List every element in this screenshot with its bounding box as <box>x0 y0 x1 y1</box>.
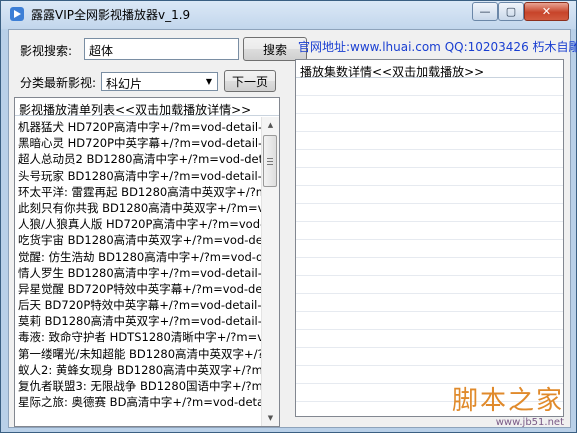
list-item[interactable]: 头号玩家 BD1280高清中字+/?m=vod-detail-id <box>18 168 261 184</box>
category-label: 分类最新影视: <box>20 76 97 90</box>
maximize-button[interactable]: ▢ <box>498 2 524 21</box>
episode-list-header: 播放集数详情<<双击加载播放>> <box>296 60 563 79</box>
list-item[interactable]: 吃货宇宙 BD1280高清中英双字+/?m=vod-detail <box>18 232 261 248</box>
next-page-button[interactable]: 下一页 <box>224 70 276 92</box>
grip-line <box>267 164 273 165</box>
empty-row <box>296 312 563 330</box>
list-item[interactable]: 此刻只有你共我 BD1280高清中英双字+/?m=vod <box>18 200 261 216</box>
list-item[interactable]: 星际之旅: 奥德赛 BD高清中字+/?m=vod-detail <box>18 394 261 410</box>
movie-list-scrollbar[interactable]: ▲ ▼ <box>261 117 279 426</box>
episode-list-rows <box>296 78 563 416</box>
empty-row <box>296 78 563 96</box>
empty-row <box>296 132 563 150</box>
title-bar[interactable]: 露露VIP全网影视播放器v_1.9 — ▢ ✕ <box>1 1 576 29</box>
empty-row <box>296 348 563 366</box>
empty-row <box>296 294 563 312</box>
app-window: 露露VIP全网影视播放器v_1.9 — ▢ ✕ 影视搜索: 超体 搜索 官网地址… <box>0 0 577 433</box>
list-item[interactable]: 第一缕曙光/未知超能 BD1280高清中英双字+/? <box>18 346 261 362</box>
grip-line <box>267 158 273 159</box>
movie-list-rows: 机器猛犬 HD720P高清中字+/?m=vod-detail-id- 黑暗心灵 … <box>18 119 261 426</box>
search-label: 影视搜索: <box>20 44 73 58</box>
empty-row <box>296 240 563 258</box>
list-item[interactable]: 毒液: 致命守护者 HDTS1280清晰中字+/?m=vod <box>18 329 261 345</box>
grip-line <box>267 161 273 162</box>
list-item[interactable]: 超人总动员2 BD1280高清中字+/?m=vod-detail <box>18 151 261 167</box>
episode-listbox[interactable]: 播放集数详情<<双击加载播放>> <box>295 59 564 417</box>
close-icon: ✕ <box>541 5 552 18</box>
empty-row <box>296 150 563 168</box>
app-icon <box>10 7 24 21</box>
list-item[interactable]: 莫莉 BD1280高清中英双字+/?m=vod-detail-id <box>18 313 261 329</box>
scroll-up-icon[interactable]: ▲ <box>263 117 278 133</box>
client-area: 影视搜索: 超体 搜索 官网地址:www.lhuai.com QQ:102034… <box>8 29 577 428</box>
list-item[interactable]: 觉醒: 仿生浩劫 BD1280高清中字+/?m=vod-det <box>18 249 261 265</box>
close-button[interactable]: ✕ <box>524 2 569 21</box>
empty-row <box>296 276 563 294</box>
list-item[interactable]: 环太平洋: 雷霆再起 BD1280高清中英双字+/?m <box>18 184 261 200</box>
minimize-icon: — <box>479 5 491 18</box>
watermark-logo: 脚本之家 <box>451 386 564 416</box>
scroll-down-icon[interactable]: ▼ <box>263 410 278 426</box>
list-item[interactable]: 复仇者联盟3: 无限战争 BD1280国语中字+/?m= <box>18 378 261 394</box>
category-selected: 科幻片 <box>106 77 143 91</box>
maximize-icon: ▢ <box>505 5 517 18</box>
empty-row <box>296 186 563 204</box>
movie-listbox[interactable]: 影视播放清单列表<<双击加载播放详情>> 机器猛犬 HD720P高清中字+/?m… <box>14 97 280 427</box>
list-item[interactable]: 人狼/人狼真人版 HD720P高清中字+/?m=vod-det <box>18 216 261 232</box>
list-item[interactable]: 黑暗心灵 HD720P中英字幕+/?m=vod-detail-id- <box>18 135 261 151</box>
empty-row <box>296 222 563 240</box>
empty-row <box>296 114 563 132</box>
watermark-url: www.jb51.net <box>495 417 564 428</box>
window-title: 露露VIP全网影视播放器v_1.9 <box>31 8 191 22</box>
list-item[interactable]: 后天 BD720P特效中英字幕+/?m=vod-detail-id <box>18 297 261 313</box>
official-site-link[interactable]: 官网地址:www.lhuai.com QQ:10203426 朽木自雕 <box>298 38 577 55</box>
list-item[interactable]: 蚁人2: 黄蜂女现身 BD1280高清中英双字+/?m <box>18 362 261 378</box>
list-item[interactable]: 情人罗生 BD1280高清中字+/?m=vod-detail-id <box>18 265 261 281</box>
list-item[interactable]: 机器猛犬 HD720P高清中字+/?m=vod-detail-id- <box>18 119 261 135</box>
movie-list-header: 影视播放清单列表<<双击加载播放详情>> <box>15 98 279 117</box>
search-input[interactable]: 超体 <box>84 38 239 60</box>
empty-row <box>296 168 563 186</box>
empty-row <box>296 258 563 276</box>
empty-row <box>296 204 563 222</box>
minimize-button[interactable]: — <box>472 2 498 21</box>
list-item[interactable]: 异星觉醒 BD720P特效中英字幕+/?m=vod-detail <box>18 281 261 297</box>
scrollbar-thumb[interactable] <box>263 135 277 187</box>
empty-row <box>296 330 563 348</box>
category-select[interactable]: 科幻片 ▼ <box>101 72 218 91</box>
empty-row <box>296 96 563 114</box>
site-watermark: 脚本之家 www.jb51.net <box>452 380 564 428</box>
chevron-down-icon: ▼ <box>205 77 213 86</box>
